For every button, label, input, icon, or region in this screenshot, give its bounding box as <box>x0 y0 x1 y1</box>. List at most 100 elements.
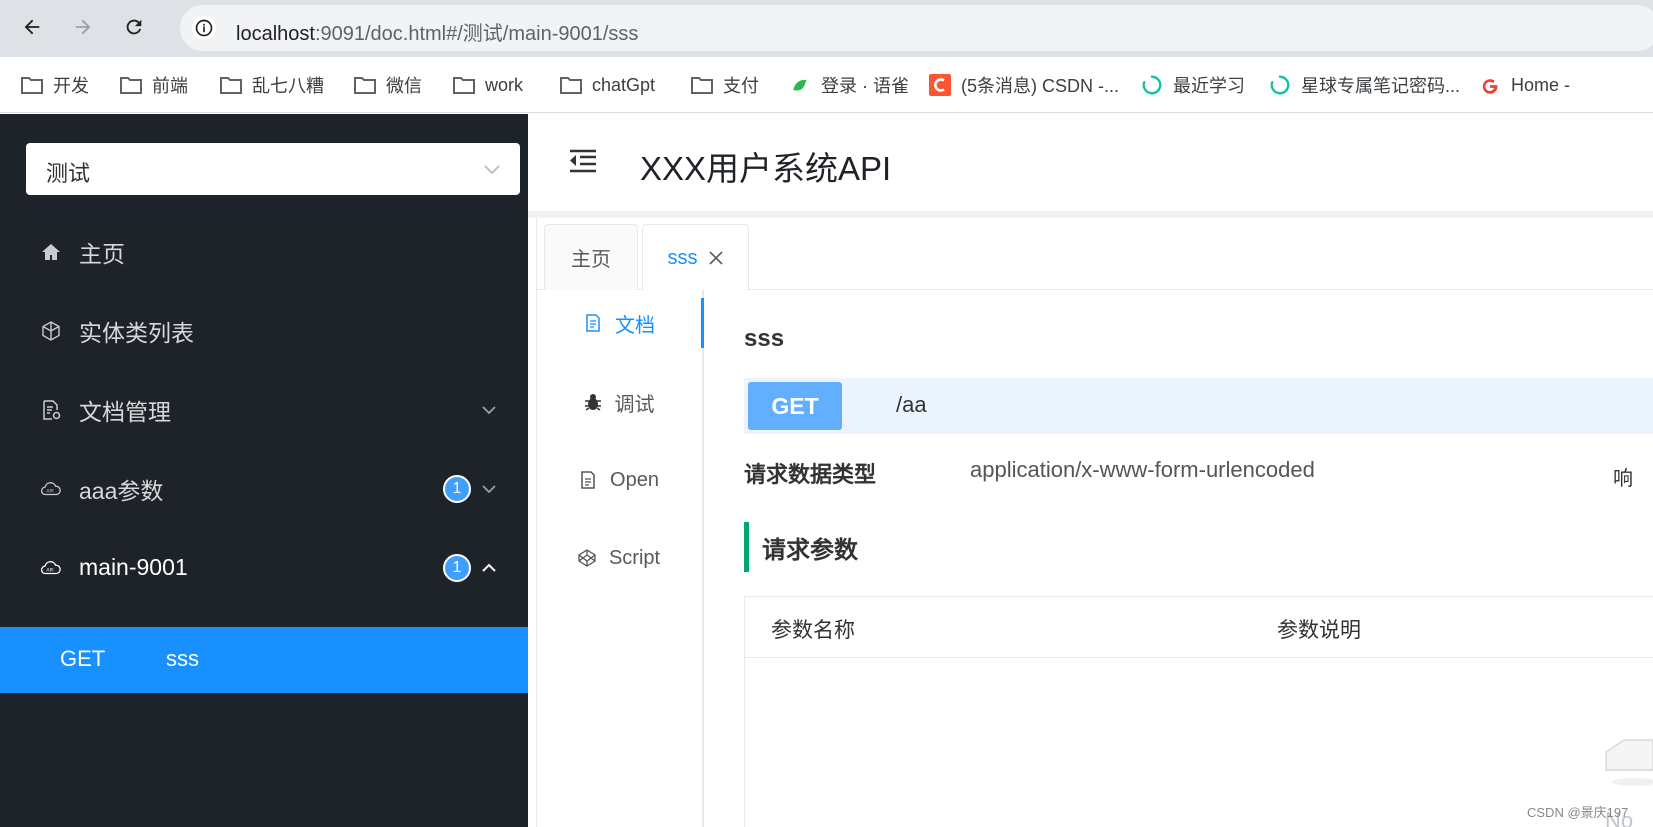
bookmark-item[interactable]: 开发 <box>20 71 89 99</box>
bookmark-label: 星球专属笔记密码... <box>1301 76 1461 96</box>
doc-settings-icon <box>40 399 62 421</box>
bookmark-item[interactable]: Home - <box>1478 71 1570 99</box>
bookmark-item[interactable]: chatGpt <box>559 71 655 99</box>
bookmark-label: 开发 <box>53 76 89 96</box>
side-tab-doc[interactable]: 文档 <box>537 298 704 348</box>
svg-text:API: API <box>46 488 53 494</box>
sidebar-item-label: 文档管理 <box>79 398 171 425</box>
bookmark-label: chatGpt <box>592 74 656 95</box>
back-button[interactable] <box>17 12 47 42</box>
home-icon <box>40 241 62 263</box>
menu-fold-icon[interactable] <box>566 144 600 178</box>
watermark: CSDN @景庆197 <box>1527 805 1629 820</box>
section-accent-bar <box>744 522 749 572</box>
request-type-value: application/x-www-form-urlencoded <box>970 457 1315 482</box>
folder-icon <box>690 74 714 96</box>
bookmark-label: 微信 <box>386 76 422 96</box>
folder-icon <box>119 74 143 96</box>
url-host: localhost <box>236 23 315 45</box>
params-table: 参数名称 参数说明 <box>744 596 1653 827</box>
doc-side-tabs: 文档 调试 Open Script <box>537 290 704 827</box>
sidebar-item-entities[interactable]: 实体类列表 <box>0 291 528 370</box>
bookmark-item[interactable]: (5条消息) CSDN -... <box>928 71 1119 99</box>
sidebar-item-main-9001[interactable]: API main-9001 1 <box>0 528 528 607</box>
bookmark-label: 前端 <box>152 76 188 96</box>
page-title: XXX用户系统API <box>640 150 892 187</box>
sidebar: 测试 主页 实体类列表 文档管理 API aaa参数 1 API main-90… <box>0 114 528 827</box>
tab-label: sss <box>667 246 698 269</box>
bookmark-item[interactable]: 登录 · 语雀 <box>788 71 909 99</box>
bookmark-item[interactable]: 最近学习 <box>1140 71 1245 99</box>
sidebar-item-label: 实体类列表 <box>79 319 194 346</box>
bookmark-label: 支付 <box>723 76 759 96</box>
response-type-label-clipped: 响 <box>1613 468 1633 490</box>
bookmark-item[interactable]: 微信 <box>353 71 422 99</box>
side-tab-script[interactable]: Script <box>535 533 702 583</box>
section-title: 请求参数 <box>762 537 858 564</box>
bookmark-item[interactable]: 支付 <box>690 71 759 99</box>
url-text[interactable]: localhost:9091/doc.html#/测试/main-9001/ss… <box>236 17 638 46</box>
bookmark-label: Home - <box>1511 74 1571 95</box>
chevron-down-icon <box>482 405 496 414</box>
chevron-up-icon <box>482 563 496 572</box>
reload-button[interactable] <box>119 12 149 42</box>
tab-home[interactable]: 主页 <box>544 224 638 290</box>
api-path: /aa <box>896 392 927 417</box>
column-header: 参数名称 <box>771 619 855 642</box>
bookmark-item[interactable]: work <box>452 71 523 99</box>
sidebar-item-docs[interactable]: 文档管理 <box>0 370 528 449</box>
tab-sss[interactable]: sss <box>642 224 749 291</box>
side-tab-open[interactable]: Open <box>535 455 702 505</box>
svg-text:API: API <box>46 567 53 573</box>
tabs-bar: 主页 sss <box>537 218 1653 291</box>
reload-icon <box>126 19 142 35</box>
api-title: sss <box>744 325 785 352</box>
content-area: 主页 sss 文档 调试 Open Script sss GET /aa 请求数… <box>536 218 1653 827</box>
count-badge: 1 <box>443 553 471 582</box>
csdn-icon <box>928 74 952 96</box>
cube-icon <box>40 320 62 342</box>
site-info-icon[interactable] <box>192 16 216 40</box>
sub-item-name: sss <box>166 646 199 671</box>
close-icon[interactable] <box>708 250 724 266</box>
bookmark-label: 最近学习 <box>1173 76 1245 96</box>
side-tab-label: Open <box>610 468 659 491</box>
chevron-down-icon <box>484 165 500 175</box>
url-path: :9091/doc.html#/测试/main-9001/sss <box>314 23 639 45</box>
codepen-icon <box>577 548 597 568</box>
group-select-value: 测试 <box>46 161 91 186</box>
count-badge: 1 <box>443 474 471 503</box>
bookmark-label: work <box>485 74 524 95</box>
header-divider <box>528 211 1653 218</box>
folder-icon <box>559 74 583 96</box>
bookmark-item[interactable]: 前端 <box>119 71 188 99</box>
loading-ring-icon <box>1268 74 1292 96</box>
sidebar-item-home[interactable]: 主页 <box>0 212 528 291</box>
bookmark-label: 乱七八糟 <box>252 76 324 96</box>
side-tab-label: 文档 <box>615 314 655 337</box>
bookmark-item[interactable]: 乱七八糟 <box>219 71 324 99</box>
sidebar-item-label: 主页 <box>79 240 125 267</box>
method-row: GET /aa <box>744 378 1653 434</box>
file-text-icon <box>578 470 598 490</box>
side-tab-label: 调试 <box>614 393 655 416</box>
sidebar-item-aaa-params[interactable]: API aaa参数 1 <box>0 449 528 528</box>
column-header: 参数说明 <box>1277 619 1361 642</box>
api-cloud-icon: API <box>40 478 62 500</box>
sidebar-item-label: main-9001 <box>79 554 188 580</box>
bug-icon <box>583 392 603 412</box>
arrow-left-icon <box>24 19 40 35</box>
sidebar-subitem-sss[interactable]: GET sss <box>0 627 528 693</box>
folder-icon <box>219 74 243 96</box>
api-cloud-icon: API <box>40 557 62 579</box>
sidebar-item-label: aaa参数 <box>79 477 164 504</box>
sub-item-method: GET <box>60 646 106 671</box>
side-tab-debug[interactable]: 调试 <box>535 377 702 427</box>
loading-ring-icon <box>1140 74 1164 96</box>
address-bar[interactable]: localhost:9091/doc.html#/测试/main-9001/ss… <box>180 5 1653 51</box>
bookmark-item[interactable]: 星球专属笔记密码... <box>1268 71 1460 99</box>
main-header: XXX用户系统API <box>528 114 1653 211</box>
group-select[interactable]: 测试 <box>26 143 520 195</box>
arrow-right-icon <box>75 19 91 35</box>
forward-button[interactable] <box>68 12 98 42</box>
